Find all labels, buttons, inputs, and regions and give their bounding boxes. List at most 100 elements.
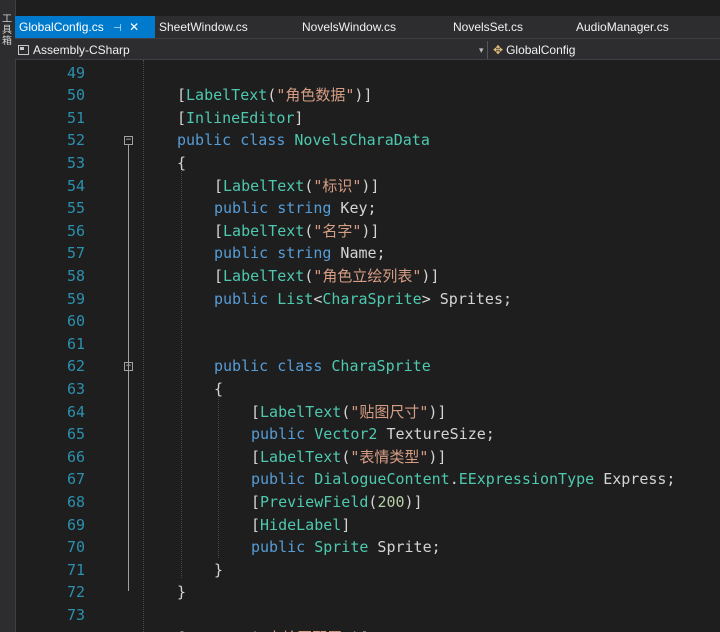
line-number: 64 [66, 402, 85, 421]
code-line[interactable]: 55 public string Key; [15, 197, 720, 220]
code-token: )] [351, 629, 369, 632]
code-line[interactable]: 72} [15, 581, 720, 604]
tab-label: GlobalConfig.cs [19, 20, 104, 34]
code-token: Sprite; [368, 538, 441, 557]
close-icon[interactable]: ✕ [129, 20, 139, 34]
code-text: public Sprite Sprite; [251, 536, 441, 559]
line-number: 58 [66, 266, 85, 285]
code-token: public [214, 244, 269, 263]
code-line[interactable]: 62−public class CharaSprite [15, 355, 720, 378]
code-text: [LabelText("表情类型")] [251, 446, 446, 469]
tab-audiomanager[interactable]: AudioManager.cs [576, 16, 669, 38]
code-line[interactable]: 71} [15, 559, 720, 582]
code-token: } [177, 583, 187, 602]
code-token: . [449, 470, 459, 489]
toolbox-label[interactable]: 工具箱 [1, 14, 13, 47]
line-number: 74 [51, 627, 85, 632]
code-text: public List<CharaSprite> Sprites; [214, 288, 512, 311]
tab-globalconfig[interactable]: GlobalConfig.cs ⊣ ✕ [15, 16, 155, 38]
code-token: public [251, 538, 306, 557]
code-line[interactable]: 63 { [15, 378, 720, 401]
code-token: { [177, 153, 187, 172]
code-token: ] [294, 108, 304, 127]
code-line[interactable]: 50 [LabelText("角色数据")] [15, 84, 720, 107]
code-line[interactable]: 61 [15, 333, 720, 356]
code-line[interactable]: 49 [15, 62, 720, 85]
code-text: [HideLabel] [251, 514, 350, 537]
code-line[interactable]: 66 [LabelText("表情类型")] [15, 446, 720, 469]
code-token: PreviewField [260, 492, 369, 511]
tab-label: AudioManager.cs [576, 20, 669, 34]
line-number: 71 [66, 560, 85, 579]
code-line[interactable]: 67 public DialogueContent.EExpressionType… [15, 468, 720, 491]
code-line[interactable]: 54 [LabelText("标识")] [15, 175, 720, 198]
code-line[interactable]: 52 − public class NovelsCharaData [15, 129, 720, 152]
code-text: [PreviewField(200)] [251, 491, 423, 514]
code-token: DrGroup [186, 629, 249, 632]
code-token: LabelText [186, 86, 268, 105]
code-token: [ [214, 266, 224, 285]
tab-novelswindow[interactable]: NovelsWindow.cs [302, 16, 396, 38]
code-text: public Vector2 TextureSize; [251, 423, 495, 446]
pin-icon[interactable]: ⊣ [113, 23, 122, 34]
code-token: } [214, 560, 224, 579]
code-line[interactable]: 56 [LabelText("名字")] [15, 220, 720, 243]
toolbox-strip[interactable]: 工具箱 [0, 0, 16, 632]
code-text: [DrGroup("立绘图配置")] [177, 627, 369, 632]
code-token: "角色立绘列表" [313, 266, 422, 285]
code-token: class [240, 131, 286, 150]
class-icon: ✥ [493, 43, 504, 57]
line-number: 59 [66, 289, 85, 308]
code-token: public [214, 289, 269, 308]
code-line[interactable]: 53 { [15, 152, 720, 175]
code-text: [LabelText("角色数据")] [177, 84, 372, 107]
code-text: public string Name; [214, 242, 386, 265]
code-token: "标识" [313, 176, 362, 195]
code-text: { [214, 378, 223, 401]
code-line[interactable]: 58 [LabelText("角色立绘列表")] [15, 265, 720, 288]
code-token: [ [177, 108, 187, 127]
project-icon [18, 45, 29, 55]
project-dropdown[interactable]: Assembly-CSharp [18, 41, 130, 59]
code-text: public class NovelsCharaData [177, 129, 430, 152]
code-line[interactable]: 69 [HideLabel] [15, 514, 720, 537]
code-token: ( [304, 176, 314, 195]
tab-label: SheetWindow.cs [159, 20, 248, 34]
tab-label: NovelsSet.cs [453, 20, 524, 34]
code-editor[interactable]: 49 50 [LabelText("角色数据")] 51 [InlineEditor] 5… [15, 60, 720, 632]
member-label: GlobalConfig [506, 43, 576, 57]
code-token: Sprite [314, 538, 369, 557]
code-line[interactable]: 60 [15, 310, 720, 333]
line-number: 73 [66, 605, 85, 624]
line-number: 49 [66, 63, 85, 82]
code-line[interactable]: 65 public Vector2 TextureSize; [15, 423, 720, 446]
code-line[interactable]: 74 [DrGroup("立绘图配置")] [15, 627, 720, 632]
code-line[interactable]: 73 [15, 604, 720, 627]
document-tab-bar: GlobalConfig.cs ⊣ ✕ SheetWindow.cs Novel… [15, 16, 720, 38]
code-text: [LabelText("贴图尺寸")] [251, 401, 446, 424]
code-token: { [214, 379, 224, 398]
code-token: public [251, 470, 306, 489]
code-line[interactable]: 64 [LabelText("贴图尺寸")] [15, 401, 720, 424]
code-token: string [277, 244, 332, 263]
code-token: InlineEditor [186, 108, 295, 127]
code-line[interactable]: 59 public List<CharaSprite> Sprites; [15, 288, 720, 311]
line-number: 53 [66, 153, 85, 172]
chevron-down-icon[interactable]: ▾ [479, 41, 484, 59]
code-token: )] [361, 176, 380, 195]
code-line[interactable]: 70 public Sprite Sprite; [15, 536, 720, 559]
line-number: 57 [66, 244, 85, 263]
code-line[interactable]: 51 [InlineEditor] [15, 107, 720, 130]
code-text: [LabelText("标识")] [214, 175, 379, 198]
code-line[interactable]: 57 public string Name; [15, 242, 720, 265]
line-number: 55 [66, 199, 85, 218]
member-dropdown[interactable]: ✥ GlobalConfig [486, 41, 576, 59]
project-label: Assembly-CSharp [33, 43, 130, 57]
line-number: 70 [66, 538, 85, 557]
tab-sheetwindow[interactable]: SheetWindow.cs [159, 16, 248, 38]
line-number: 61 [66, 334, 85, 353]
code-line[interactable]: 68 [PreviewField(200)] [15, 491, 720, 514]
collapse-icon[interactable]: − [124, 136, 133, 146]
tab-novelsset[interactable]: NovelsSet.cs [453, 16, 523, 38]
